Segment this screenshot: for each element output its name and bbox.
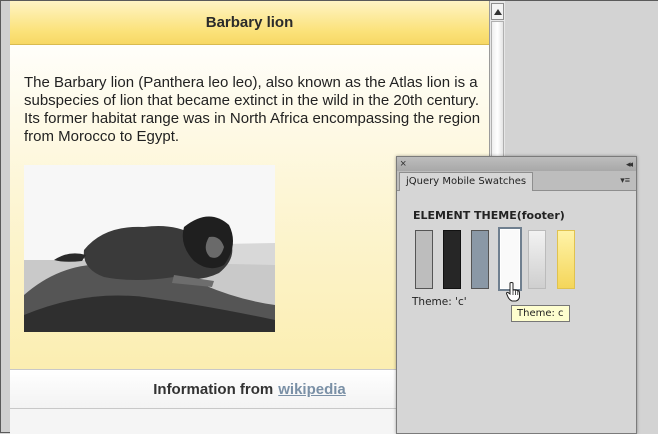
swatch-theme-d[interactable] <box>528 230 546 289</box>
page-title: Barbary lion <box>205 14 294 31</box>
selected-theme-label: Theme: 'c' <box>412 296 467 308</box>
tab-jquery-mobile-swatches[interactable]: jQuery Mobile Swatches <box>399 172 534 191</box>
element-theme-heading: ELEMENT THEME(footer) <box>413 209 565 222</box>
window-frame: Barbary lion The Barbary lion (Panthera … <box>0 0 658 434</box>
jquery-mobile-swatches-panel: × ◂◂ jQuery Mobile Swatches ▾≡ ELEMENT T… <box>396 156 637 434</box>
article-paragraph: The Barbary lion (Panthera leo leo), als… <box>24 74 481 145</box>
barbary-lion-photo <box>24 165 275 332</box>
theme-tooltip: Theme: c <box>511 305 570 322</box>
swatch-theme-e[interactable] <box>557 230 575 289</box>
hand-pointer-cursor-icon <box>505 282 520 302</box>
close-icon[interactable]: × <box>400 157 406 171</box>
scroll-up-arrow-icon[interactable] <box>491 3 504 20</box>
panel-title-bar[interactable]: × ◂◂ <box>397 157 636 171</box>
page-header: Barbary lion <box>10 1 489 45</box>
collapse-icon[interactable]: ◂◂ <box>626 157 633 171</box>
lion-image <box>24 165 275 332</box>
footer-text: Information from <box>153 380 274 398</box>
swatch-theme-b[interactable] <box>443 230 461 289</box>
swatch-theme-c-blue[interactable] <box>471 230 489 289</box>
panel-menu-icon[interactable]: ▾≡ <box>620 175 630 185</box>
wikipedia-link[interactable]: wikipedia <box>278 381 346 398</box>
swatch-theme-a[interactable] <box>415 230 433 289</box>
panel-tab-bar: jQuery Mobile Swatches ▾≡ <box>397 171 636 191</box>
